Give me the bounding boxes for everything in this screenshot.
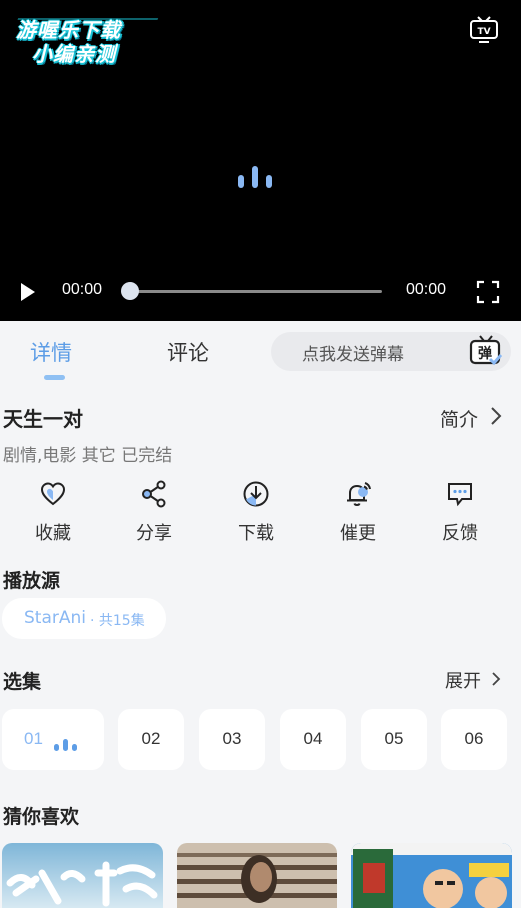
player-controls: 00:00 00:00 <box>0 270 521 314</box>
action-row: 收藏 分享 下载 催更 反馈 <box>0 476 521 546</box>
share-button[interactable]: 分享 <box>114 476 194 546</box>
current-time: 00:00 <box>62 281 103 298</box>
source-section-title: 播放源 <box>3 570 61 592</box>
danmu-placeholder: 点我发送弹幕 <box>302 345 404 365</box>
svg-text:TV: TV <box>477 27 490 37</box>
bell-icon <box>347 482 371 506</box>
favorite-label: 收藏 <box>35 523 71 544</box>
intro-link[interactable]: 简介 <box>440 405 478 432</box>
expand-link[interactable]: 展开 <box>445 667 481 693</box>
chevron-right-icon[interactable] <box>490 669 502 689</box>
progress-track[interactable] <box>130 290 382 293</box>
loading-indicator-icon <box>238 164 276 188</box>
share-icon <box>142 480 166 508</box>
tab-indicator <box>44 375 65 380</box>
source-chip[interactable]: StarAni · 共15集 <box>2 598 166 639</box>
recommend-section-title: 猜你喜欢 <box>3 806 80 828</box>
episode-item-01[interactable]: 01 <box>2 709 104 770</box>
episode-number: 02 <box>141 729 161 748</box>
download-button[interactable]: 下载 <box>216 476 296 546</box>
watermark-line2: 小编亲测 <box>32 42 116 66</box>
recommend-poster-1[interactable] <box>2 843 163 908</box>
recommend-poster-2[interactable] <box>177 843 337 908</box>
poster-image <box>2 843 163 908</box>
recommend-poster-3[interactable] <box>351 843 512 908</box>
download-icon <box>243 481 269 507</box>
video-player[interactable]: 游喔乐下载 小编亲测 TV 00:00 00:00 <box>0 0 521 321</box>
danmu-send-icon[interactable]: 弹 <box>468 334 504 368</box>
poster-image <box>351 843 512 908</box>
show-meta: 剧情,电影 其它 已完结 <box>3 446 173 466</box>
show-title: 天生一对 <box>3 407 83 431</box>
poster-image <box>177 843 337 908</box>
feedback-button[interactable]: 反馈 <box>420 476 500 546</box>
download-label: 下载 <box>238 523 274 544</box>
danmu-input[interactable]: 点我发送弹幕 弹 <box>271 332 511 371</box>
episodes-section-title: 选集 <box>3 671 42 693</box>
tv-cast-icon[interactable]: TV <box>469 16 499 44</box>
playing-indicator-icon <box>54 737 80 751</box>
episode-number: 05 <box>384 729 404 748</box>
feedback-icon <box>448 483 472 507</box>
episode-list: 01 02 03 04 05 06 <box>0 709 521 771</box>
episode-number: 06 <box>464 729 484 748</box>
play-icon[interactable] <box>18 282 38 302</box>
episode-number: 04 <box>303 729 323 748</box>
feedback-label: 反馈 <box>442 523 478 544</box>
episode-number: 03 <box>222 729 242 748</box>
heart-icon <box>40 482 66 506</box>
source-episode-count: · 共15集 <box>90 613 145 629</box>
progress-thumb[interactable] <box>121 282 139 300</box>
episode-item-03[interactable]: 03 <box>199 709 265 770</box>
share-label: 分享 <box>136 523 172 544</box>
watermark-logo: 游喔乐下载 小编亲测 <box>5 12 162 68</box>
tab-detail[interactable]: 详情 <box>30 337 72 367</box>
episode-item-05[interactable]: 05 <box>361 709 427 770</box>
tab-bar: 详情 评论 点我发送弹幕 弹 <box>0 321 521 383</box>
fullscreen-icon[interactable] <box>476 280 500 304</box>
episode-item-02[interactable]: 02 <box>118 709 184 770</box>
tab-comment[interactable]: 评论 <box>167 337 209 367</box>
urge-update-button[interactable]: 催更 <box>318 476 398 546</box>
source-name: StarAni <box>24 608 86 628</box>
duration-time: 00:00 <box>406 281 447 298</box>
favorite-button[interactable]: 收藏 <box>13 476 93 546</box>
episode-number: 01 <box>24 729 43 748</box>
episode-item-06[interactable]: 06 <box>441 709 507 770</box>
chevron-right-icon[interactable] <box>489 405 503 427</box>
episode-item-04[interactable]: 04 <box>280 709 346 770</box>
urge-update-label: 催更 <box>340 523 376 544</box>
